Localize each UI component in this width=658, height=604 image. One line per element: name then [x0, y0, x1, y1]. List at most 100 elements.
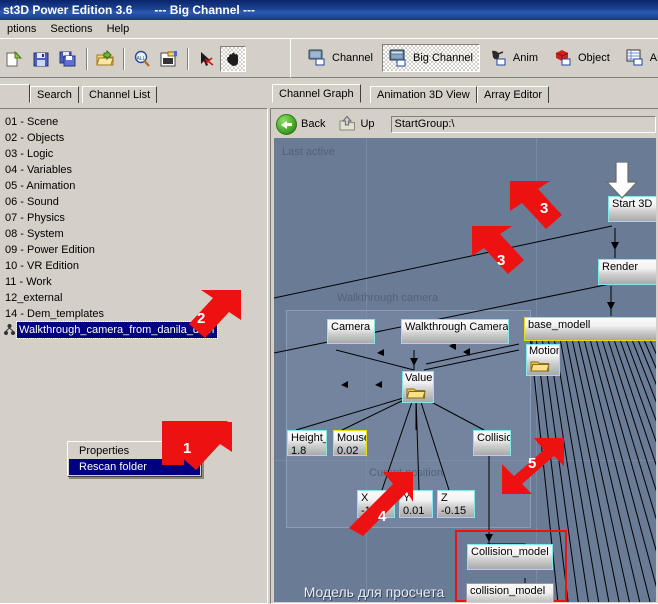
- graph-navigation-bar: Back Up StartGroup:\: [274, 112, 656, 136]
- callout-number-3b: 3: [497, 252, 506, 269]
- tree-item-scene[interactable]: 01 - Scene: [0, 114, 262, 130]
- mode-label-object: Object: [577, 51, 610, 64]
- mode-label-big-channel: Big Channel: [412, 51, 473, 64]
- walkthrough-camera-node-label: Walkthrough Camera: [405, 321, 509, 333]
- camera-logic-node-label: Camera Logic: [331, 321, 374, 333]
- channel-graph-panel: Back Up StartGroup:\ Last active Walkthr…: [270, 108, 658, 604]
- path-field[interactable]: StartGroup:\: [390, 115, 656, 133]
- channel-group-icon: [2, 322, 17, 337]
- collision-model-node-2-label: collision_model: [470, 585, 546, 597]
- position-z-node-value: -0.15: [441, 505, 467, 517]
- mode-button-array[interactable]: Array: [619, 44, 658, 72]
- callout-arrow-3b: [470, 222, 542, 284]
- callout-number-1: 1: [183, 440, 192, 457]
- channel-icon: [308, 49, 328, 67]
- toolbar-separator: [123, 48, 125, 70]
- collision-model-node-2[interactable]: collision_model: [466, 583, 554, 602]
- toolbar-separator: [86, 48, 88, 70]
- toolbar-separator: [187, 48, 189, 70]
- walkthrough-camera-node[interactable]: Walkthrough Camera: [401, 319, 509, 344]
- tree-item-system[interactable]: 08 - System: [0, 226, 262, 242]
- callout-number-4: 4: [378, 508, 387, 525]
- zoom-all-icon[interactable]: ALL: [129, 46, 155, 72]
- hand-pan-icon[interactable]: [220, 46, 246, 72]
- mode-label-channel: Channel: [332, 51, 373, 64]
- menu-item-help[interactable]: Help: [100, 22, 137, 36]
- tab-search[interactable]: Search: [30, 86, 79, 103]
- back-label: Back: [301, 118, 326, 130]
- height-m-node-label: Height_m: [291, 432, 326, 444]
- tree-item-logic[interactable]: 03 - Logic: [0, 146, 262, 162]
- tree-item-variables[interactable]: 04 - Variables: [0, 162, 262, 178]
- bottom-caption: Модель для просчета столкновений: [284, 584, 464, 602]
- up-label: Up: [360, 118, 375, 130]
- graph-canvas[interactable]: Last active Walkthrough camera Curent po…: [274, 138, 656, 602]
- back-arrow-icon: [276, 113, 297, 135]
- channel-properties-icon[interactable]: [156, 46, 182, 72]
- mode-button-big-channel[interactable]: Big Channel: [381, 44, 480, 72]
- anim-icon: [489, 49, 509, 67]
- value-node[interactable]: Value: [402, 371, 434, 403]
- tab-array-editor[interactable]: Array Editor: [477, 86, 550, 103]
- mode-label-array: Array: [649, 51, 658, 64]
- up-folder-icon[interactable]: [339, 115, 356, 133]
- motion-node-label: Motion: [529, 345, 560, 357]
- tree-item-sound[interactable]: 06 - Sound: [0, 194, 262, 210]
- collision-model-node-1[interactable]: Collision_model: [467, 544, 553, 570]
- height-m-node-value: 1.8: [291, 445, 307, 456]
- white-pointer-arrow: [604, 161, 640, 203]
- big-channel-icon: [389, 49, 409, 67]
- title-bar: st3D Power Edition 3.6 --- Big Channel -…: [0, 0, 658, 20]
- svg-text:ALL: ALL: [137, 56, 146, 62]
- camera-logic-node[interactable]: Camera Logic: [327, 319, 375, 344]
- left-tab-strip: ates Search Channel List: [0, 84, 270, 103]
- base-modell-node[interactable]: base_modell: [524, 317, 656, 341]
- menu-bar: ptions Sections Help: [0, 20, 658, 38]
- back-button[interactable]: Back: [276, 113, 335, 135]
- template-tree-panel: 01 - Scene 02 - Objects 03 - Logic 04 - …: [0, 108, 268, 604]
- mode-toolbar: Channel Big Channel Anim Object A: [290, 38, 658, 78]
- bottom-caption-line2: столкновений: [284, 601, 464, 602]
- menu-item-options[interactable]: ptions: [0, 22, 43, 36]
- save-icon[interactable]: [28, 46, 54, 72]
- mode-button-object[interactable]: Object: [547, 44, 617, 72]
- collision-model-node-1-label: Collision_model: [471, 546, 549, 558]
- position-z-node[interactable]: Z -0.15: [437, 490, 475, 518]
- render-node-label: Render: [602, 261, 639, 273]
- tab-channel-graph[interactable]: Channel Graph: [272, 84, 361, 103]
- tree-item-objects[interactable]: 02 - Objects: [0, 130, 262, 146]
- tab-templates[interactable]: ates: [0, 84, 30, 103]
- callout-number-5: 5: [528, 455, 537, 472]
- base-modell-node-label: base_modell: [528, 319, 591, 331]
- tree-item-physics[interactable]: 07 - Physics: [0, 210, 262, 226]
- tree-item-power-edition[interactable]: 09 - Power Edition: [0, 242, 262, 258]
- save-all-icon[interactable]: [55, 46, 81, 72]
- tab-array-editor-label: Array Editor: [484, 89, 543, 101]
- application-window: st3D Power Edition 3.6 --- Big Channel -…: [0, 0, 658, 604]
- callout-arrow-2: [171, 286, 243, 348]
- callout-arrow-4: [347, 470, 419, 540]
- mode-button-channel[interactable]: Channel: [301, 44, 380, 72]
- tree-item-vr-edition[interactable]: 10 - VR Edition: [0, 258, 262, 274]
- right-tab-strip: Channel Graph Animation 3D View Array Ed…: [272, 84, 658, 103]
- folder-icon: [530, 359, 550, 373]
- select-arrow-icon[interactable]: [193, 46, 219, 72]
- mouse-sensitivity-node[interactable]: Mouse Sensitivity 0.02: [333, 430, 367, 456]
- render-node[interactable]: Render: [598, 259, 656, 285]
- new-icon[interactable]: [1, 46, 27, 72]
- menu-item-sections[interactable]: Sections: [43, 22, 99, 36]
- tab-animation-3d-view-label: Animation 3D View: [377, 89, 470, 101]
- document-title: --- Big Channel ---: [154, 3, 256, 17]
- height-m-node[interactable]: Height_m 1.8: [287, 430, 327, 456]
- mouse-sensitivity-node-label: Mouse Sensitivity: [337, 432, 367, 444]
- motion-node[interactable]: Motion: [526, 344, 560, 376]
- mode-button-anim[interactable]: Anim: [482, 44, 545, 72]
- bottom-caption-line1: Модель для просчета: [303, 584, 445, 600]
- tree-item-animation[interactable]: 05 - Animation: [0, 178, 262, 194]
- mode-label-anim: Anim: [512, 51, 538, 64]
- open-folder-icon[interactable]: [92, 46, 118, 72]
- tab-animation-3d-view[interactable]: Animation 3D View: [370, 86, 477, 103]
- object-icon: [554, 49, 574, 67]
- tab-channel-graph-label: Channel Graph: [279, 88, 354, 100]
- tab-channel-list[interactable]: Channel List: [82, 86, 158, 103]
